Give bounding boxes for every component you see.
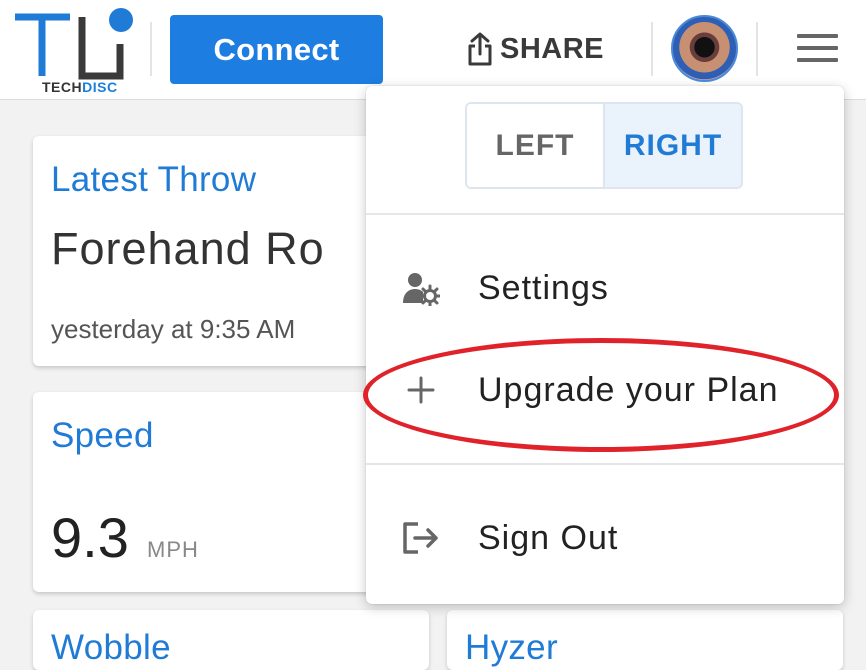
share-label: SHARE <box>500 32 605 65</box>
menu-item-sign-out[interactable]: Sign Out <box>366 503 844 573</box>
menu-item-label: Sign Out <box>478 518 619 557</box>
logo-wordmark: TECHDISC <box>42 79 118 95</box>
menu-divider <box>366 213 844 215</box>
hand-toggle: LEFT RIGHT <box>465 102 743 189</box>
menu-item-label: Settings <box>478 268 609 307</box>
menu-item-upgrade-plan[interactable]: Upgrade your Plan <box>366 355 844 425</box>
share-icon <box>468 32 492 66</box>
menu-item-label: Upgrade your Plan <box>478 370 779 409</box>
menu-item-settings[interactable]: Settings <box>366 253 844 323</box>
user-gear-icon <box>402 269 440 307</box>
hamburger-menu-icon[interactable] <box>797 34 838 64</box>
header-divider <box>756 22 758 76</box>
connect-button[interactable]: Connect <box>170 15 383 84</box>
menu-divider <box>366 463 844 465</box>
top-bar: TECHDISC Connect SHARE <box>0 0 866 100</box>
card-title: Wobble <box>51 628 171 667</box>
account-dropdown-menu: LEFT RIGHT Settings Upgrade your Plan Si… <box>366 86 844 604</box>
avatar[interactable] <box>671 15 738 82</box>
hand-toggle-right[interactable]: RIGHT <box>605 104 741 187</box>
throw-type: Forehand Ro <box>51 223 325 274</box>
sign-out-icon <box>402 519 440 557</box>
plus-icon <box>402 371 440 409</box>
speed-unit: MPH <box>147 537 199 562</box>
hyzer-card[interactable]: Hyzer <box>447 610 843 670</box>
share-button[interactable]: SHARE <box>466 28 604 70</box>
card-title: Hyzer <box>465 628 558 667</box>
speed-value: 9.3 <box>51 506 129 569</box>
card-title: Speed <box>51 416 154 455</box>
card-title: Latest Throw <box>51 160 257 199</box>
header-divider <box>150 22 152 76</box>
wobble-card[interactable]: Wobble <box>33 610 429 670</box>
header-divider <box>651 22 653 76</box>
throw-timestamp: yesterday at 9:35 AM <box>51 314 296 344</box>
hand-toggle-left[interactable]: LEFT <box>467 104 605 187</box>
